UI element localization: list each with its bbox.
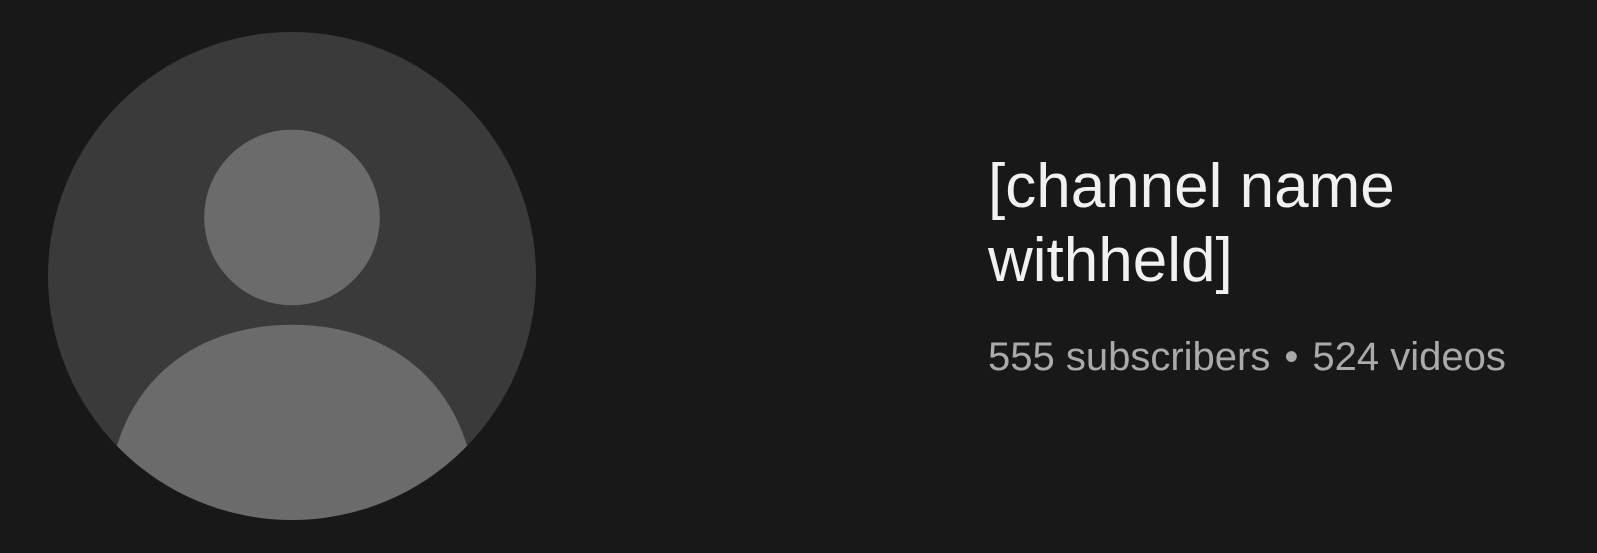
channel-name: [channel name withheld] — [988, 152, 1395, 296]
subscriber-count: 555 subscribers — [988, 334, 1271, 379]
channel-avatar[interactable] — [48, 32, 536, 520]
channel-stats: 555 subscribers • 524 videos — [988, 333, 1597, 381]
meta-separator: • — [1284, 334, 1299, 379]
channel-info: [channel name withheld] 555 subscribers •… — [988, 150, 1597, 381]
avatar-placeholder-icon — [106, 129, 478, 520]
video-count[interactable]: 524 videos — [1312, 335, 1505, 379]
channel-header: [channel name withheld] 555 subscribers •… — [0, 0, 1597, 553]
